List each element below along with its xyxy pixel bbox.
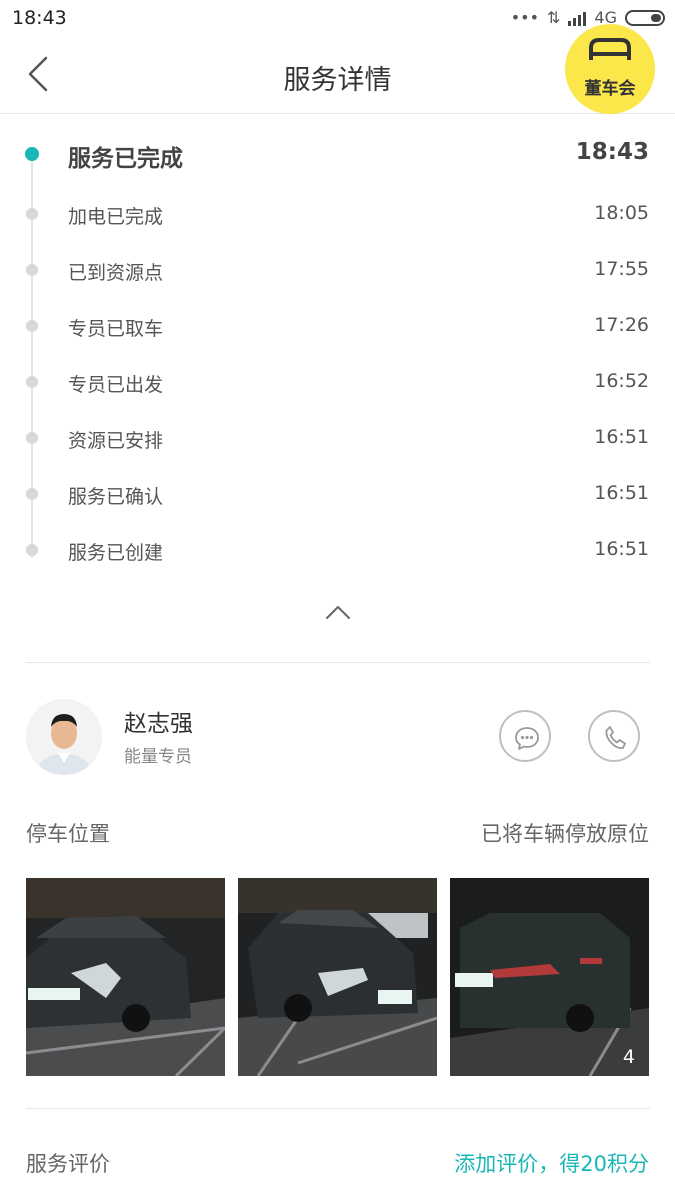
signal-icon (568, 10, 587, 26)
parking-photo[interactable] (26, 878, 225, 1076)
status-time: 18:43 (12, 7, 67, 29)
message-button[interactable] (499, 710, 551, 762)
timeline-dot (26, 376, 38, 388)
timeline-dot (26, 320, 38, 332)
timeline-label: 服务已完成 (68, 146, 183, 172)
timeline-label: 资源已安排 (68, 430, 164, 452)
data-transfer-icon: ⇅ (547, 8, 561, 27)
parking-status: 已将车辆停放原位 (481, 822, 649, 846)
photo-count: 4 (622, 1046, 635, 1068)
timeline-label: 已到资源点 (68, 262, 164, 284)
battery-icon (625, 9, 665, 26)
specialist-role: 能量专员 (124, 747, 192, 767)
timeline-item: 专员已取车 17:26 (0, 306, 675, 346)
club-badge[interactable]: 董车会 (565, 24, 655, 114)
specialist-name: 赵志强 (124, 711, 193, 737)
header: 服务详情 董车会 (0, 24, 675, 114)
chat-icon (515, 727, 539, 750)
timeline-item: 加电已完成 18:05 (0, 194, 675, 234)
timeline-time: 18:05 (594, 202, 649, 224)
timeline-item: 服务已创建 16:51 (0, 530, 675, 570)
timeline-item: 服务已确认 16:51 (0, 474, 675, 514)
parking-photo[interactable] (238, 878, 437, 1076)
status-icons: ••• ⇅ 4G (511, 8, 665, 27)
add-rating-link[interactable]: 添加评价，得20积分 (454, 1148, 649, 1178)
timeline-label: 专员已取车 (68, 318, 164, 340)
timeline-item: 资源已安排 16:51 (0, 418, 675, 458)
timeline-dot (26, 208, 38, 220)
timeline-time: 17:55 (594, 258, 649, 280)
timeline-dot (26, 264, 38, 276)
timeline-label: 服务已创建 (68, 542, 164, 564)
timeline-item: 专员已出发 16:52 (0, 362, 675, 402)
timeline-dot (25, 147, 39, 161)
car-photo-image (450, 878, 649, 1076)
club-label: 董车会 (584, 79, 636, 99)
call-button[interactable] (588, 710, 640, 762)
person-avatar-icon (26, 699, 102, 775)
car-icon (589, 38, 631, 60)
timeline-label: 加电已完成 (68, 206, 164, 228)
collapse-timeline-button[interactable] (322, 600, 354, 624)
avatar (26, 699, 102, 775)
rating-title: 服务评价 (26, 1152, 110, 1176)
timeline-time: 16:51 (594, 538, 649, 560)
car-photo-image (26, 878, 225, 1076)
timeline-time: 16:51 (594, 482, 649, 504)
divider (26, 662, 650, 663)
parking-title: 停车位置 (26, 822, 110, 846)
timeline-time: 16:51 (594, 426, 649, 448)
timeline-time: 18:43 (575, 139, 649, 165)
phone-icon (605, 726, 626, 750)
status-bar: 18:43 ••• ⇅ 4G (0, 0, 675, 36)
timeline-label: 专员已出发 (68, 374, 164, 396)
timeline-time: 17:26 (594, 314, 649, 336)
divider (26, 1108, 650, 1109)
timeline-dot (26, 432, 38, 444)
timeline-time: 16:52 (594, 370, 649, 392)
timeline-dot (26, 544, 38, 556)
car-photo-image (238, 878, 437, 1076)
timeline-label: 服务已确认 (68, 486, 164, 508)
timeline-item: 已到资源点 17:55 (0, 250, 675, 290)
timeline-item: 服务已完成 18:43 (0, 134, 675, 174)
chevron-up-icon (326, 606, 350, 619)
parking-photo[interactable]: 4 (450, 878, 649, 1076)
more-dots-icon: ••• (510, 8, 540, 27)
timeline-dot (26, 488, 38, 500)
